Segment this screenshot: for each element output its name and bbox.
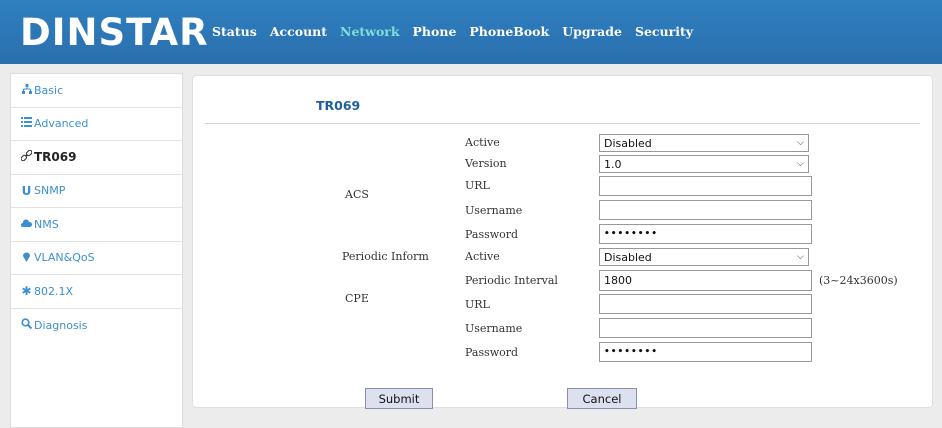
link-icon (20, 149, 33, 164)
nav-network[interactable]: Network (340, 24, 400, 39)
list-icon (21, 117, 32, 130)
sidebar-item-advanced[interactable]: Advanced (11, 108, 182, 141)
cancel-button[interactable]: Cancel (567, 388, 637, 409)
sidebar-item-basic[interactable]: Basic (11, 74, 182, 108)
cpe-url-input[interactable] (599, 294, 812, 314)
periodic-inform-group-label: Periodic Inform (342, 250, 429, 263)
divider (205, 123, 920, 124)
sidebar-item-8021x[interactable]: ✱ 802.1X (11, 275, 182, 309)
nav-phone[interactable]: Phone (413, 24, 457, 39)
sidebar-item-snmp[interactable]: U SNMP (11, 175, 182, 208)
u-icon: U (21, 183, 32, 198)
acs-url-input[interactable] (599, 176, 812, 196)
periodic-interval-input[interactable]: 1800 (599, 270, 812, 291)
periodic-active-value: Disabled (604, 250, 652, 264)
pin-icon (21, 251, 32, 265)
sidebar-item-label: SNMP (34, 184, 66, 198)
top-bar: DINSTAR Status Account Network Phone Pho… (0, 0, 942, 64)
acs-active-value: Disabled (604, 136, 652, 150)
nav-phonebook[interactable]: PhoneBook (469, 24, 549, 39)
sidebar-item-vlan-qos[interactable]: VLAN&QoS (11, 242, 182, 275)
cpe-password-input[interactable]: •••••••• (599, 342, 812, 362)
acs-active-label: Active (465, 136, 500, 149)
acs-password-label: Password (465, 228, 519, 241)
periodic-interval-hint: (3~24x3600s) (819, 274, 898, 287)
nav-status[interactable]: Status (212, 24, 257, 39)
sidebar-item-label: Advanced (34, 117, 89, 131)
sidebar-item-label: Basic (34, 83, 64, 97)
nav-account[interactable]: Account (270, 24, 327, 39)
acs-version-value: 1.0 (604, 157, 622, 171)
acs-version-label: Version (465, 157, 507, 170)
acs-active-select[interactable]: Disabled ⌵ (599, 134, 809, 152)
main-panel: TR069 ACS Periodic Inform CPE Active Ver… (192, 75, 933, 409)
asterisk-icon: ✱ (21, 284, 32, 299)
periodic-active-label: Active (465, 250, 500, 263)
acs-url-label: URL (465, 179, 490, 192)
acs-group-label: ACS (345, 188, 369, 201)
cloud-icon (21, 219, 33, 230)
periodic-interval-label: Periodic Interval (465, 274, 558, 287)
magnifier-icon (21, 318, 33, 332)
sidebar-item-tr069[interactable]: TR069 (11, 141, 182, 175)
chevron-down-icon: ⌵ (797, 252, 804, 262)
periodic-active-select[interactable]: Disabled ⌵ (599, 248, 809, 266)
nav-security[interactable]: Security (635, 24, 693, 39)
sidebar-item-label: TR069 (34, 150, 77, 165)
sitemap-icon (21, 83, 32, 97)
cpe-password-label: Password (465, 346, 519, 359)
sidebar-item-nms[interactable]: NMS (11, 208, 182, 242)
sidebar-item-diagnosis[interactable]: Diagnosis (11, 309, 182, 343)
acs-username-label: Username (465, 204, 523, 217)
sidebar-item-label: 802.1X (34, 284, 74, 298)
submit-button[interactable]: Submit (365, 388, 433, 409)
dinstar-logo: DINSTAR (20, 10, 209, 54)
chevron-down-icon: ⌵ (797, 138, 804, 148)
chevron-down-icon: ⌵ (797, 159, 804, 169)
main-nav: Status Account Network Phone PhoneBook U… (212, 24, 706, 39)
acs-username-input[interactable] (599, 200, 812, 220)
cpe-username-input[interactable] (599, 318, 812, 338)
sidebar-item-label: NMS (34, 217, 59, 231)
acs-version-select[interactable]: 1.0 ⌵ (599, 155, 809, 173)
sidebar-item-label: VLAN&QoS (34, 251, 95, 265)
cpe-group-label: CPE (345, 292, 369, 305)
acs-password-input[interactable]: •••••••• (599, 224, 812, 244)
cpe-url-label: URL (465, 298, 490, 311)
cpe-username-label: Username (465, 322, 523, 335)
sidebar-item-label: Diagnosis (34, 318, 88, 332)
sidebar: Basic Advanced TR069 U SNMP NMS VLAN&QoS… (10, 73, 183, 428)
page-title: TR069 (316, 98, 361, 113)
nav-upgrade[interactable]: Upgrade (562, 24, 622, 39)
